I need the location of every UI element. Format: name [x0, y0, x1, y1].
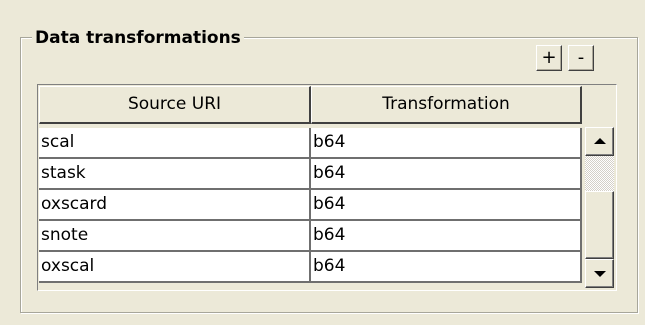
- transformations-table: Source URI Transformation scal b64 stask…: [37, 84, 617, 291]
- source-uri-cell[interactable]: oxscard: [39, 190, 311, 221]
- scroll-down-button[interactable]: [585, 259, 614, 288]
- transformation-cell[interactable]: b64: [311, 221, 582, 252]
- table-header: Source URI Transformation: [39, 86, 582, 124]
- transformation-cell[interactable]: b64: [311, 252, 582, 283]
- arrow-down-icon: [594, 271, 606, 277]
- transformation-cell[interactable]: b64: [311, 128, 582, 159]
- transformation-cell[interactable]: b64: [311, 190, 582, 221]
- source-uri-cell[interactable]: oxscal: [39, 252, 311, 283]
- table-row[interactable]: stask b64: [39, 159, 582, 190]
- scroll-up-button[interactable]: [585, 127, 614, 156]
- table-row[interactable]: snote b64: [39, 221, 582, 252]
- source-uri-cell[interactable]: stask: [39, 159, 311, 190]
- transformation-cell[interactable]: b64: [311, 159, 582, 190]
- table-row[interactable]: oxscal b64: [39, 252, 582, 283]
- table-row[interactable]: oxscard b64: [39, 190, 582, 221]
- arrow-up-icon: [594, 138, 606, 144]
- vertical-scrollbar[interactable]: [585, 127, 614, 288]
- group-title: Data transformations: [32, 27, 244, 49]
- remove-button[interactable]: -: [568, 45, 594, 71]
- add-button[interactable]: +: [536, 45, 562, 71]
- scrollbar-thumb[interactable]: [585, 191, 614, 259]
- source-uri-cell[interactable]: scal: [39, 128, 311, 159]
- table-body: scal b64 stask b64 oxscard b64 snote b64…: [39, 128, 582, 283]
- column-header-source-uri[interactable]: Source URI: [39, 86, 311, 124]
- column-header-transformation[interactable]: Transformation: [311, 86, 582, 124]
- table-row[interactable]: scal b64: [39, 128, 582, 159]
- source-uri-cell[interactable]: snote: [39, 221, 311, 252]
